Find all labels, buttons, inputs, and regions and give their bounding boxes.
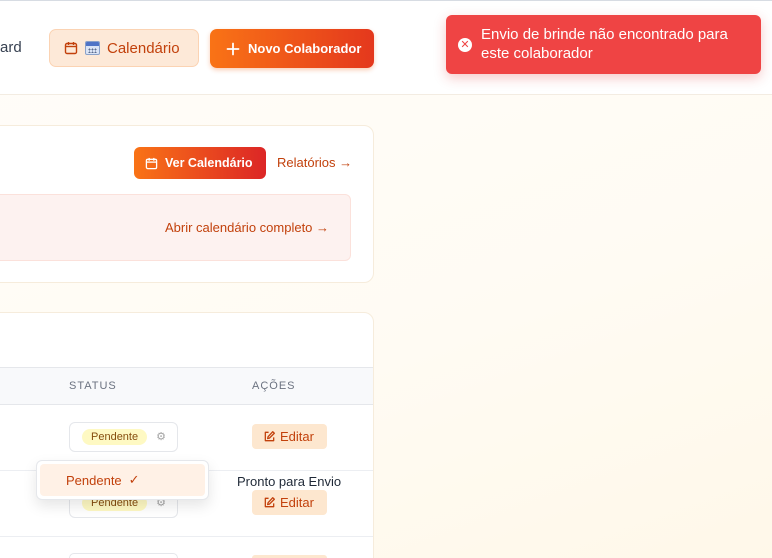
status-dropdown: Pendente ✓ xyxy=(36,460,209,500)
view-calendar-button[interactable]: Ver Calendário xyxy=(134,147,266,179)
nav-link-dashboard[interactable]: ard xyxy=(0,39,22,56)
new-collaborator-label: Novo Colaborador xyxy=(248,41,362,56)
column-header-actions: AÇÕES xyxy=(252,380,296,392)
calendar-button[interactable]: Calendário xyxy=(49,29,199,67)
dropdown-option-pending[interactable]: Pendente ✓ xyxy=(40,464,205,496)
new-collaborator-button[interactable]: Novo Colaborador xyxy=(210,29,374,68)
calendar-icon xyxy=(145,157,158,170)
edit-icon xyxy=(263,496,276,509)
check-icon: ✓ xyxy=(128,472,140,487)
calendar-button-label: Calendário xyxy=(107,39,180,57)
table-header xyxy=(0,367,373,405)
row-divider xyxy=(0,536,373,537)
open-full-calendar-link[interactable]: Abrir calendário completo → xyxy=(165,220,329,235)
plus-icon xyxy=(226,42,240,56)
reports-link[interactable]: Relatórios → xyxy=(277,155,352,170)
status-select[interactable] xyxy=(69,553,178,558)
gear-icon: ⚙ xyxy=(156,431,166,443)
edit-button[interactable]: Editar xyxy=(252,490,327,515)
status-select[interactable]: Pendente ⚙ xyxy=(69,422,178,452)
calendar-icon xyxy=(64,41,78,55)
edit-button-label: Editar xyxy=(280,495,314,510)
edit-button-label: Editar xyxy=(280,429,314,444)
view-calendar-label: Ver Calendário xyxy=(165,156,253,170)
error-toast: ✕ Envio de brinde não encontrado para es… xyxy=(446,15,761,74)
status-badge: Pendente xyxy=(82,429,148,445)
column-header-status: STATUS xyxy=(69,380,117,392)
edit-icon xyxy=(263,430,276,443)
dropdown-option-label: Pendente xyxy=(66,472,122,488)
toast-message: Envio de brinde não encontrado para este… xyxy=(481,26,728,62)
calendar-emoji-icon xyxy=(85,41,100,55)
edit-button[interactable]: Editar xyxy=(252,424,327,449)
dropdown-option-ready[interactable]: Pronto para Envio xyxy=(237,474,341,489)
close-circle-icon[interactable]: ✕ xyxy=(458,38,472,52)
